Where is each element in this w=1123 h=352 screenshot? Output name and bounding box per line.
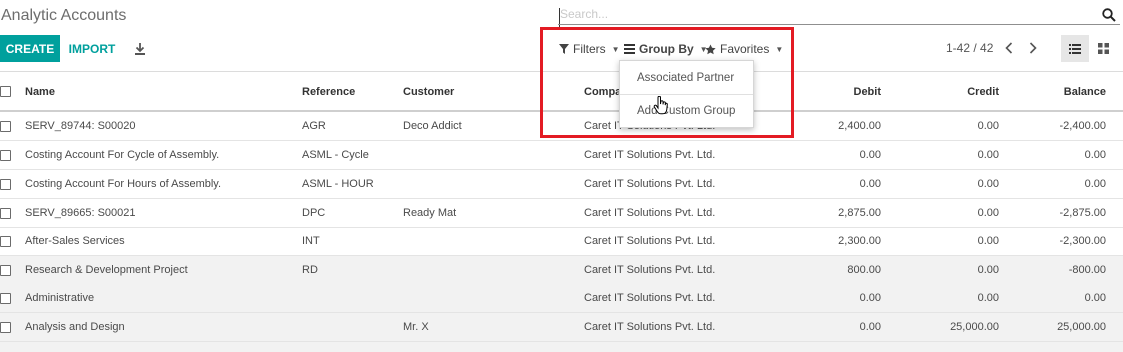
select-all-checkbox[interactable] [0,86,11,97]
table-row[interactable]: Research & Development Project RD Caret … [0,256,1123,285]
cell-debit: 0.00 [859,178,881,190]
cell-debit: 0.00 [859,321,881,333]
row-checkbox[interactable] [0,208,11,219]
list-view-icon[interactable] [1061,35,1089,62]
cell-company: Caret IT Solutions Pvt. Ltd. [584,321,716,333]
search-underline [558,24,1120,25]
cell-name: SERV_89744: S00020 [25,120,136,132]
row-checkbox[interactable] [0,150,11,161]
table-row[interactable]: Administrative Caret IT Solutions Pvt. L… [0,284,1123,313]
cell-name: After-Sales Services [25,235,125,247]
cell-balance: 0.00 [1084,292,1106,304]
cell-debit: 0.00 [859,292,881,304]
search-icon[interactable] [1102,8,1116,22]
cell-company: Caret IT Solutions Pvt. Ltd. [584,292,716,304]
table-row-partial[interactable] [0,342,1123,352]
cell-customer: Deco Addict [403,120,462,132]
cell-name: Administrative [25,292,95,304]
search-input[interactable] [560,5,1090,23]
table-row[interactable]: Costing Account For Cycle of Assembly. A… [0,141,1123,170]
create-button[interactable]: CREATE [0,35,60,62]
cell-credit: 0.00 [977,235,999,247]
cell-debit: 2,300.00 [838,235,881,247]
row-checkbox[interactable] [0,179,11,190]
cell-customer: Ready Mat [403,207,457,219]
cell-reference: ASML - Cycle [302,149,369,161]
cell-debit: 0.00 [859,149,881,161]
cell-reference: INT [302,235,320,247]
cell-name: Costing Account For Cycle of Assembly. [25,149,220,161]
cell-balance: 0.00 [1084,178,1106,190]
chevron-left-icon[interactable] [1002,39,1016,57]
column-header-credit[interactable]: Credit [940,86,999,98]
cell-balance: -2,300.00 [1059,235,1106,247]
cell-company: Caret IT Solutions Pvt. Ltd. [584,178,716,190]
cell-reference: RD [302,264,318,276]
cell-credit: 0.00 [977,207,999,219]
column-header-balance[interactable]: Balance [1040,86,1106,98]
cell-balance: -2,875.00 [1059,207,1106,219]
cell-debit: 2,400.00 [838,120,881,132]
table-row[interactable]: SERV_89665: S00021 DPC Ready Mat Caret I… [0,199,1123,228]
cell-credit: 0.00 [977,264,999,276]
kanban-view-icon[interactable] [1092,35,1114,62]
table-row[interactable]: Analysis and Design Mr. X Caret IT Solut… [0,313,1123,342]
cell-company: Caret IT Solutions Pvt. Ltd. [584,149,716,161]
cell-credit: 0.00 [977,292,999,304]
text-caret [559,8,560,28]
cell-reference: DPC [302,207,326,219]
row-checkbox[interactable] [0,121,11,132]
cell-customer: Mr. X [403,321,429,333]
hand-cursor-icon [653,95,669,116]
row-checkbox[interactable] [0,293,11,304]
column-header-debit[interactable]: Debit [820,86,882,98]
cell-balance: -800.00 [1068,264,1106,276]
cell-reference: ASML - HOUR [302,178,374,190]
cell-company: Caret IT Solutions Pvt. Ltd. [584,235,716,247]
row-checkbox[interactable] [0,322,11,333]
cell-name: Costing Account For Hours of Assembly. [25,178,222,190]
column-header-name[interactable]: Name [25,86,55,98]
pager-value[interactable]: 1-42 / 42 [946,41,993,55]
cell-credit: 0.00 [977,120,999,132]
row-checkbox[interactable] [0,265,11,276]
table-row[interactable]: Costing Account For Hours of Assembly. A… [0,170,1123,199]
cell-balance: -2,400.00 [1059,120,1106,132]
cell-name: Research & Development Project [25,264,188,276]
cell-name: SERV_89665: S00021 [25,207,136,219]
page-title: Analytic Accounts [1,7,127,24]
cell-balance: 0.00 [1084,149,1106,161]
cell-name: Analysis and Design [25,321,125,333]
cell-reference: AGR [302,120,326,132]
column-header-customer[interactable]: Customer [403,86,454,98]
chevron-right-icon[interactable] [1026,39,1040,57]
cell-credit: 0.00 [977,149,999,161]
cell-debit: 2,875.00 [838,207,881,219]
download-icon[interactable] [134,42,146,55]
cell-balance: 25,000.00 [1057,321,1106,333]
table-row[interactable]: After-Sales Services INT Caret IT Soluti… [0,227,1123,256]
column-header-reference[interactable]: Reference [302,86,355,98]
cell-company: Caret IT Solutions Pvt. Ltd. [584,264,716,276]
cell-company: Caret IT Solutions Pvt. Ltd. [584,207,716,219]
row-checkbox[interactable] [0,236,11,247]
cell-debit: 800.00 [847,264,881,276]
import-button[interactable]: IMPORT [66,35,118,62]
highlight-box [540,27,794,138]
cell-credit: 25,000.00 [950,321,999,333]
cell-credit: 0.00 [977,178,999,190]
